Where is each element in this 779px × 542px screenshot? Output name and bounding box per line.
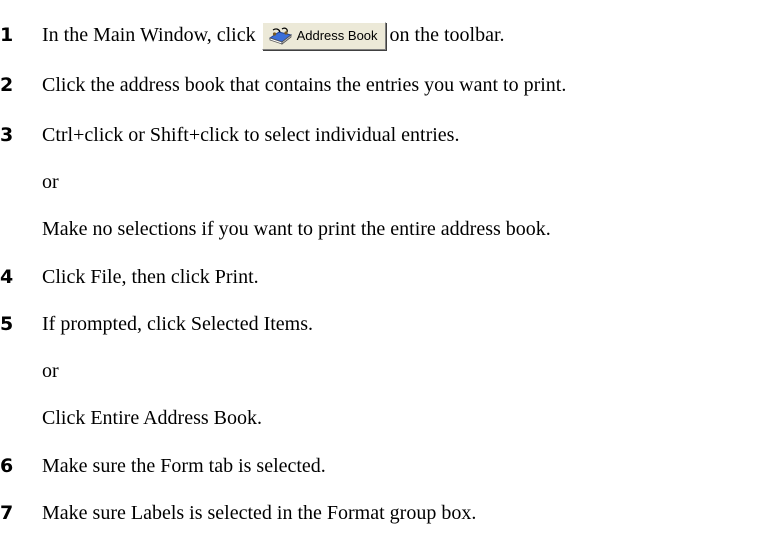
step-number: 2 bbox=[0, 74, 14, 96]
step-4: 4 Click File, then click Print. bbox=[0, 262, 779, 292]
step-3: 3 Ctrl+click or Shift+click to select in… bbox=[0, 120, 779, 150]
step-3-or: or bbox=[0, 167, 779, 197]
alternative-text: Make no selections if you want to print … bbox=[42, 218, 551, 240]
step-5: 5 If prompted, click Selected Items. bbox=[0, 309, 779, 339]
step-7: 7 Make sure Labels is selected in the Fo… bbox=[0, 498, 779, 528]
step-5-alternative: Click Entire Address Book. bbox=[0, 403, 779, 433]
step-text: Click the address book that contains the… bbox=[42, 74, 567, 96]
step-number: 6 bbox=[0, 455, 14, 477]
step-text: Make sure the Form tab is selected. bbox=[42, 455, 326, 477]
step-text-after: on the toolbar. bbox=[389, 23, 505, 46]
step-number: 3 bbox=[0, 124, 14, 146]
step-number: 4 bbox=[0, 266, 14, 288]
step-number: 7 bbox=[0, 502, 14, 524]
alternative-or-label: or bbox=[42, 171, 59, 193]
instruction-page: 1 In the Main Window, click Address Book… bbox=[0, 0, 779, 542]
step-text: In the Main Window, click Address Book on… bbox=[42, 20, 505, 51]
step-text-before: In the Main Window, click bbox=[42, 23, 256, 46]
step-2: 2 Click the address book that contains t… bbox=[0, 70, 779, 100]
step-text: Ctrl+click or Shift+click to select indi… bbox=[42, 124, 460, 146]
address-book-button-label: Address Book bbox=[296, 28, 378, 44]
step-text: If prompted, click Selected Items. bbox=[42, 313, 314, 335]
step-text: Make sure Labels is selected in the Form… bbox=[42, 502, 477, 524]
step-1: 1 In the Main Window, click Address Book… bbox=[0, 20, 779, 51]
step-5-or: or bbox=[0, 356, 779, 386]
alternative-or-label: or bbox=[42, 360, 59, 382]
step-number: 5 bbox=[0, 313, 14, 335]
address-book-icon bbox=[268, 27, 292, 46]
step-text: Click File, then click Print. bbox=[42, 266, 259, 288]
address-book-button[interactable]: Address Book bbox=[261, 22, 386, 51]
step-6: 6 Make sure the Form tab is selected. bbox=[0, 451, 779, 481]
step-3-alternative: Make no selections if you want to print … bbox=[0, 214, 779, 244]
step-number: 1 bbox=[0, 24, 14, 46]
alternative-text: Click Entire Address Book. bbox=[42, 407, 262, 429]
